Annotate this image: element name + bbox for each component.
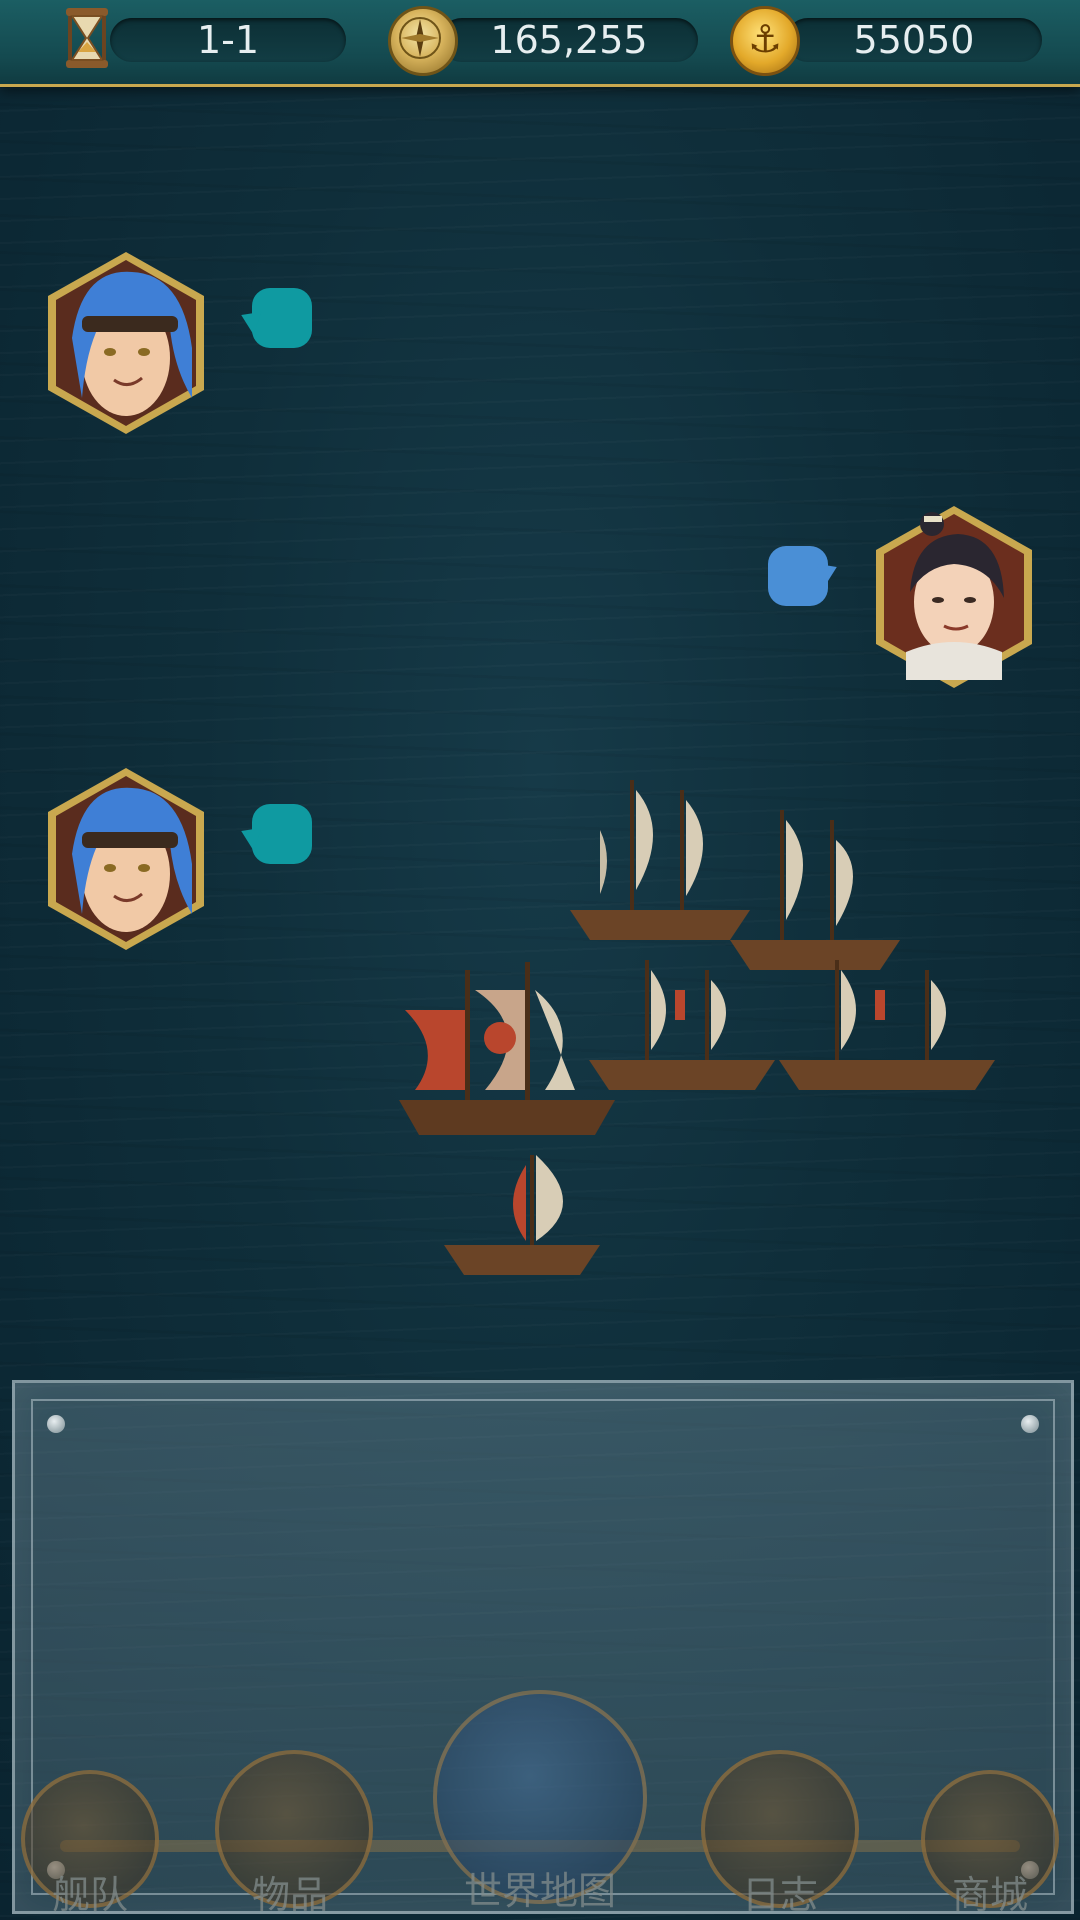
ship-sloop[interactable]: [440, 1145, 610, 1289]
nav-shop-label: 商城: [951, 1873, 1028, 1917]
exploration-value: 165,255: [490, 18, 648, 62]
speech-bubble[interactable]: [252, 288, 312, 348]
nav-log[interactable]: 日志: [700, 1750, 860, 1919]
compass-icon: [388, 6, 458, 76]
stage-value: 1-1: [196, 18, 260, 62]
speech-bubble[interactable]: [768, 546, 828, 606]
nav-shop[interactable]: 商城: [920, 1770, 1060, 1919]
nav-log-label: 日志: [741, 1873, 818, 1917]
gold-value: 55050: [853, 18, 975, 62]
exploration-pill: 165,255: [440, 18, 698, 62]
ship-galleon-4[interactable]: [775, 950, 1005, 1104]
nav-items-label: 物品: [251, 1873, 328, 1917]
ship-galleon-3[interactable]: [585, 950, 785, 1104]
nav-fleet-label: 舰队: [51, 1873, 128, 1917]
speech-bubble[interactable]: [252, 804, 312, 864]
resource-bar: 1-1 165,255 55050 ⚓: [0, 0, 1080, 87]
nav-world-map[interactable]: 世界地图: [432, 1690, 648, 1915]
nav-world-map-label: 世界地图: [463, 1869, 616, 1913]
nav-fleet[interactable]: 舰队: [20, 1770, 160, 1919]
rivet-icon: [1021, 1415, 1039, 1433]
portrait-captain: [870, 502, 1038, 692]
portrait-pirate-1: [42, 248, 210, 438]
stage-pill: 1-1: [110, 18, 346, 62]
rivet-icon: [47, 1415, 65, 1433]
bottom-nav: 舰队 物品 世界地图 日志 商城: [0, 1690, 1080, 1920]
gold-pill: 55050: [786, 18, 1042, 62]
portrait-pirate-2: [42, 764, 210, 954]
anchor-coin-icon: ⚓: [730, 6, 800, 76]
nav-items[interactable]: 物品: [215, 1750, 373, 1919]
hourglass-icon: [58, 6, 116, 70]
